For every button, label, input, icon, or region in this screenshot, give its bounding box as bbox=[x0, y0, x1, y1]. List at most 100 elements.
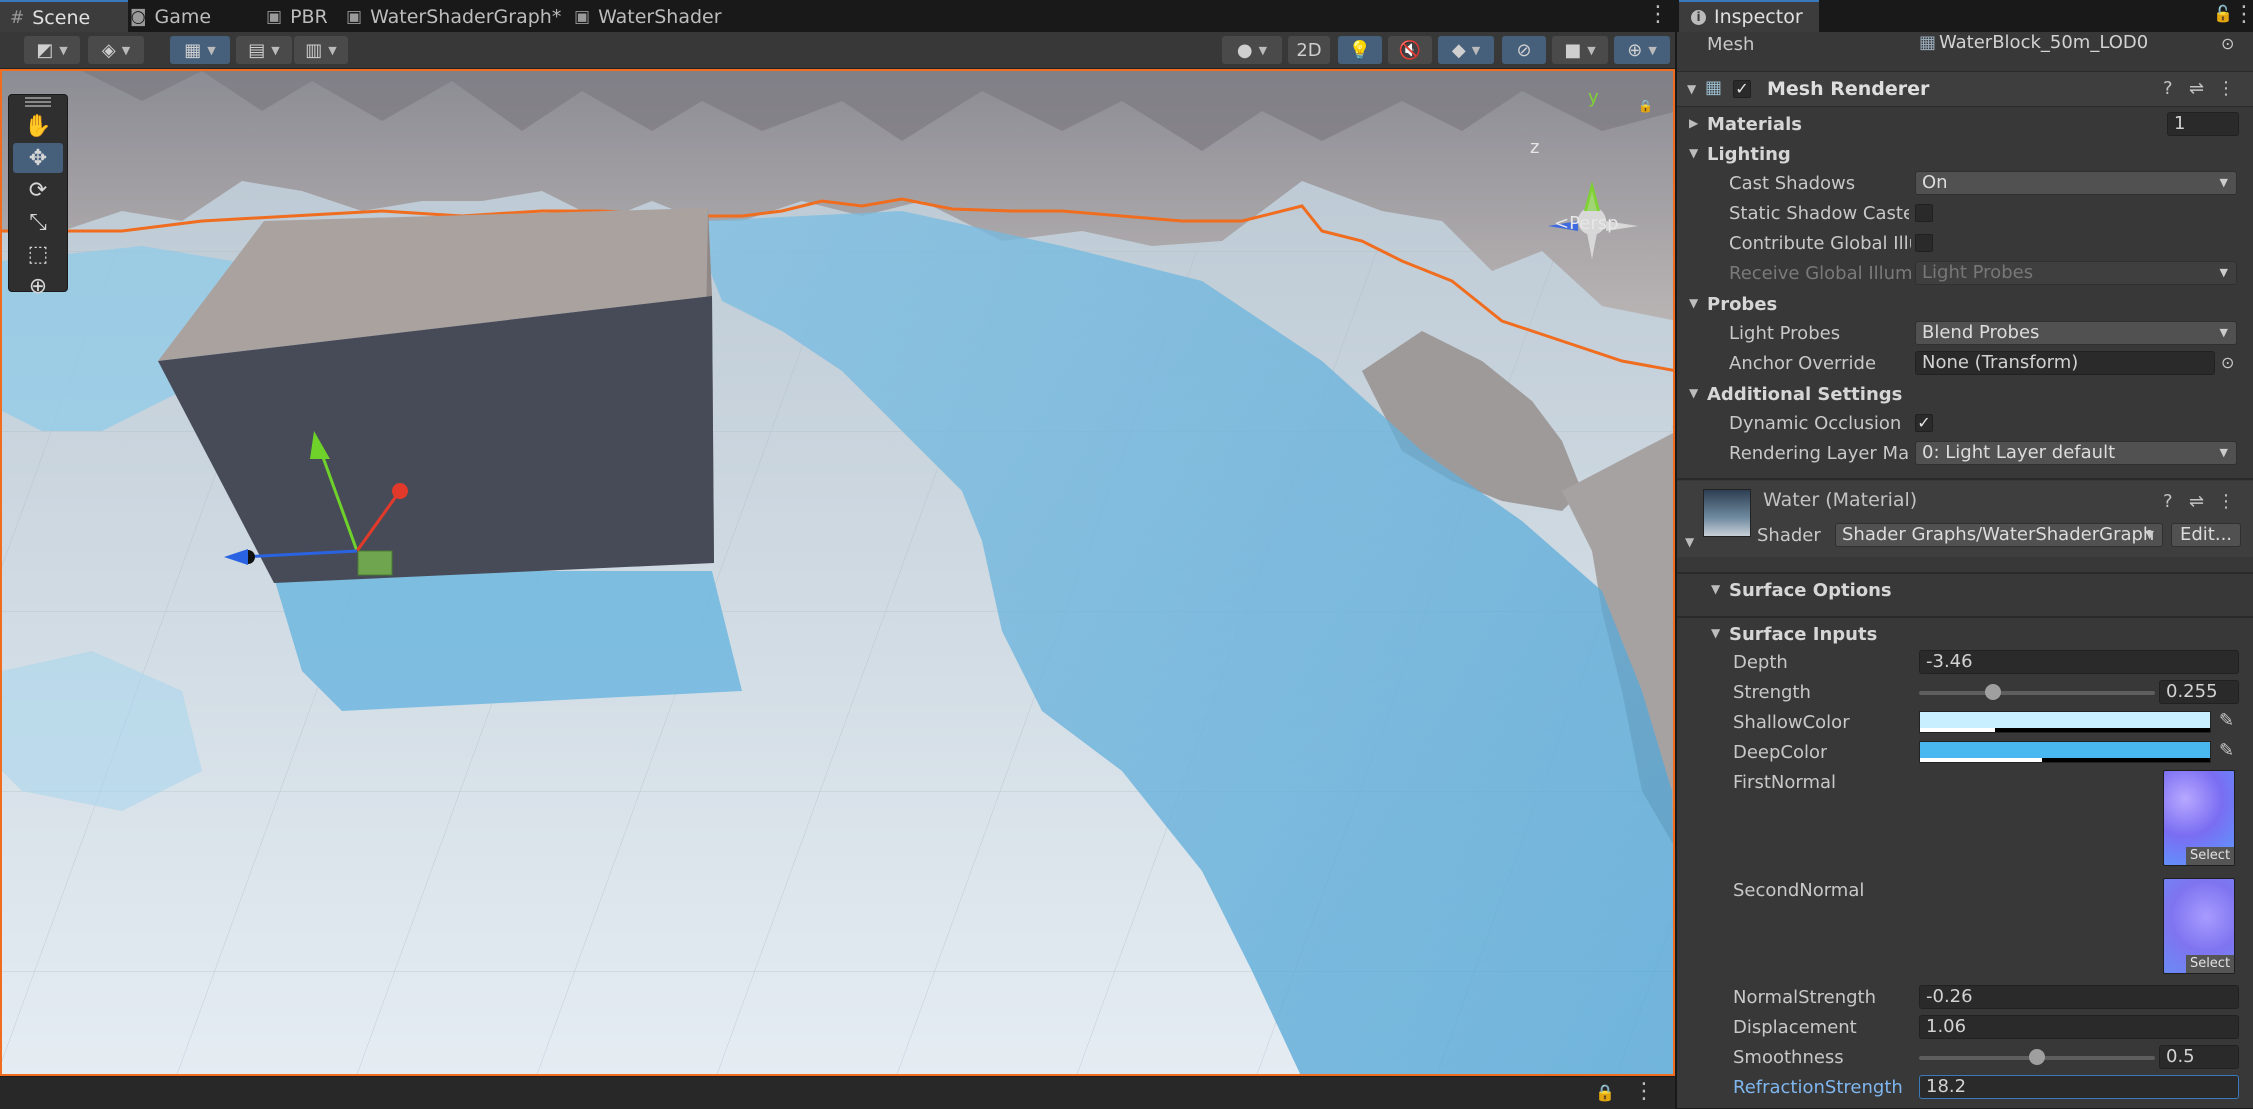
fold-arrow-icon[interactable]: ▼ bbox=[1685, 535, 1694, 549]
light-probes-dropdown[interactable]: Blend Probes bbox=[1915, 321, 2237, 345]
rotate-tool-icon[interactable]: ⟳ bbox=[13, 175, 63, 205]
fold-arrow-icon[interactable]: ▼ bbox=[1711, 582, 1720, 596]
tab-inspector[interactable]: i Inspector bbox=[1679, 0, 1819, 32]
refraction-strength-field[interactable]: 18.2 bbox=[1919, 1075, 2239, 1099]
mode-2d-button[interactable]: 2D bbox=[1288, 36, 1330, 64]
anchor-override-value: None (Transform) bbox=[1922, 352, 2079, 373]
draw-mode-button[interactable]: ◩ ▼ bbox=[24, 36, 80, 64]
materials-count-field[interactable]: 1 bbox=[2167, 112, 2239, 136]
smoothness-slider-thumb[interactable] bbox=[2029, 1049, 2045, 1065]
shallow-color-swatch[interactable] bbox=[1919, 711, 2211, 733]
object-picker-icon[interactable]: ⊙ bbox=[2221, 353, 2234, 372]
tab-scene[interactable]: # Scene bbox=[0, 0, 128, 34]
scene-viewport[interactable]: y z 🔒 bbox=[0, 69, 1675, 1076]
dynamic-occlusion-checkbox[interactable]: ✓ bbox=[1915, 414, 1933, 432]
transform-tool-icon[interactable]: ⊕ bbox=[13, 271, 63, 301]
rendering-layer-value: 0: Light Layer default bbox=[1922, 442, 2116, 463]
hand-tool-icon[interactable]: ✋ bbox=[13, 111, 63, 141]
refraction-strength-label: RefractionStrength bbox=[1733, 1077, 1903, 1098]
object-picker-icon[interactable]: ⊙ bbox=[2221, 34, 2234, 53]
fold-arrow-icon[interactable]: ▼ bbox=[1687, 82, 1696, 96]
grid-snap-button[interactable]: ▦ ▼ bbox=[170, 36, 230, 64]
scene-status-bar: 🔒 ⋮ bbox=[0, 1076, 1675, 1109]
lock-icon[interactable]: 🔓 bbox=[2213, 4, 2233, 23]
cast-shadows-dropdown[interactable]: On bbox=[1915, 171, 2237, 195]
tab-menu-icon[interactable]: ⋮ bbox=[1647, 3, 1669, 27]
displacement-field[interactable]: 1.06 bbox=[1919, 1015, 2239, 1039]
speaker-icon: 🔇 bbox=[1398, 39, 1422, 61]
presets-icon[interactable]: ⇌ bbox=[2189, 78, 2204, 99]
select-button[interactable]: Select bbox=[2186, 955, 2234, 973]
increment-snap-button[interactable]: ▤ ▼ bbox=[236, 36, 292, 64]
lighting-row[interactable]: ▼ Lighting bbox=[1677, 140, 2253, 168]
component-menu-icon[interactable]: ⋮ bbox=[2217, 491, 2235, 512]
lock-icon[interactable]: 🔒 bbox=[1595, 1083, 1615, 1102]
depth-row: Depth -3.46 bbox=[1677, 648, 2253, 676]
second-normal-texture[interactable]: Select bbox=[2163, 878, 2235, 974]
select-button[interactable]: Select bbox=[2186, 847, 2234, 865]
panel-menu-icon[interactable]: ⋮ bbox=[1633, 1079, 1655, 1104]
effects-toggle[interactable]: ◆ ▼ bbox=[1438, 36, 1494, 64]
help-icon[interactable]: ? bbox=[2163, 491, 2173, 512]
rect-tool-icon[interactable]: ⬚ bbox=[13, 239, 63, 269]
tab-watershadergraph[interactable]: ▣ WaterShaderGraph* bbox=[336, 2, 571, 32]
mesh-renderer-enabled-checkbox[interactable]: ✓ bbox=[1733, 80, 1751, 98]
smoothness-field[interactable]: 0.5 bbox=[2159, 1045, 2239, 1069]
materials-row[interactable]: ▶ Materials 1 bbox=[1677, 110, 2253, 138]
cast-shadows-row: Cast Shadows On bbox=[1677, 169, 2253, 197]
tab-watershader[interactable]: ▣ WaterShader bbox=[564, 2, 732, 32]
presets-icon[interactable]: ⇌ bbox=[2189, 491, 2204, 512]
tab-label: Game bbox=[154, 6, 212, 28]
gizmos-button[interactable]: ⊕ ▼ bbox=[1614, 36, 1670, 64]
camera-settings-button[interactable]: ■ ▼ bbox=[1552, 36, 1608, 64]
contribute-gi-checkbox[interactable] bbox=[1915, 234, 1933, 252]
fold-arrow-icon[interactable]: ▼ bbox=[1689, 296, 1698, 310]
fold-arrow-icon[interactable]: ▼ bbox=[1711, 626, 1720, 640]
additional-settings-row[interactable]: ▼ Additional Settings bbox=[1677, 380, 2253, 408]
first-normal-texture[interactable]: Select bbox=[2163, 770, 2235, 866]
hidden-objects-toggle[interactable]: ⊘ bbox=[1502, 36, 1546, 64]
drag-handle[interactable] bbox=[9, 95, 67, 109]
projection-label[interactable]: <Persp bbox=[1554, 213, 1619, 234]
shadergraph-icon: ▣ bbox=[574, 7, 591, 27]
surface-options-row[interactable]: ▼ Surface Options bbox=[1677, 576, 2253, 604]
static-shadow-checkbox[interactable] bbox=[1915, 204, 1933, 222]
probes-row[interactable]: ▼ Probes bbox=[1677, 290, 2253, 318]
gizmo-z-label: z bbox=[1530, 137, 1540, 158]
rendering-layer-dropdown[interactable]: 0: Light Layer default bbox=[1915, 441, 2237, 465]
move-tool-icon[interactable]: ✥ bbox=[13, 143, 63, 173]
component-menu-icon[interactable]: ⋮ bbox=[2217, 78, 2235, 99]
lock-icon[interactable]: 🔒 bbox=[1638, 99, 1653, 113]
mesh-renderer-header[interactable]: ▼ ▦ ✓ Mesh Renderer ? ⇌ ⋮ bbox=[1677, 71, 2253, 107]
strength-field[interactable]: 0.255 bbox=[2159, 680, 2239, 704]
inspector-menu-icon[interactable]: ⋮ bbox=[2233, 2, 2253, 27]
shading-button[interactable]: ● ▼ bbox=[1222, 36, 1282, 64]
strength-slider-track[interactable] bbox=[1919, 691, 2155, 695]
eyedropper-icon[interactable]: ✎ bbox=[2219, 740, 2234, 761]
deep-color-swatch[interactable] bbox=[1919, 741, 2211, 763]
fold-arrow-icon[interactable]: ▶ bbox=[1689, 116, 1698, 130]
shader-dropdown[interactable]: Shader Graphs/WaterShaderGraph bbox=[1835, 523, 2163, 547]
edit-shader-button[interactable]: Edit... bbox=[2171, 523, 2241, 547]
surface-inputs-row[interactable]: ▼ Surface Inputs bbox=[1677, 620, 2253, 648]
grid-visibility-button[interactable]: ▥ ▼ bbox=[294, 36, 348, 64]
refraction-strength-row: RefractionStrength 18.2 bbox=[1677, 1073, 2253, 1101]
fold-arrow-icon[interactable]: ▼ bbox=[1689, 386, 1698, 400]
additional-settings-label: Additional Settings bbox=[1707, 384, 1903, 405]
normal-strength-field[interactable]: -0.26 bbox=[1919, 985, 2239, 1009]
shadergraph-icon: ▣ bbox=[266, 7, 283, 27]
tab-game[interactable]: ◙ Game bbox=[120, 2, 221, 32]
help-icon[interactable]: ? bbox=[2163, 78, 2173, 99]
lighting-toggle[interactable]: 💡 bbox=[1338, 36, 1382, 64]
strength-slider-thumb[interactable] bbox=[1985, 684, 2001, 700]
scale-tool-icon[interactable]: ⤡ bbox=[13, 207, 63, 237]
render-mode-button[interactable]: ◈ ▼ bbox=[88, 36, 144, 64]
audio-toggle[interactable]: 🔇 bbox=[1388, 36, 1432, 64]
fold-arrow-icon[interactable]: ▼ bbox=[1689, 146, 1698, 160]
tab-pbr[interactable]: ▣ PBR bbox=[256, 2, 338, 32]
mesh-field[interactable]: ▦ WaterBlock_50m_LOD0 bbox=[1917, 32, 2217, 56]
deep-color-row: DeepColor ✎ bbox=[1677, 738, 2253, 766]
eyedropper-icon[interactable]: ✎ bbox=[2219, 710, 2234, 731]
anchor-override-field[interactable]: None (Transform) bbox=[1915, 351, 2215, 375]
depth-field[interactable]: -3.46 bbox=[1919, 650, 2239, 674]
